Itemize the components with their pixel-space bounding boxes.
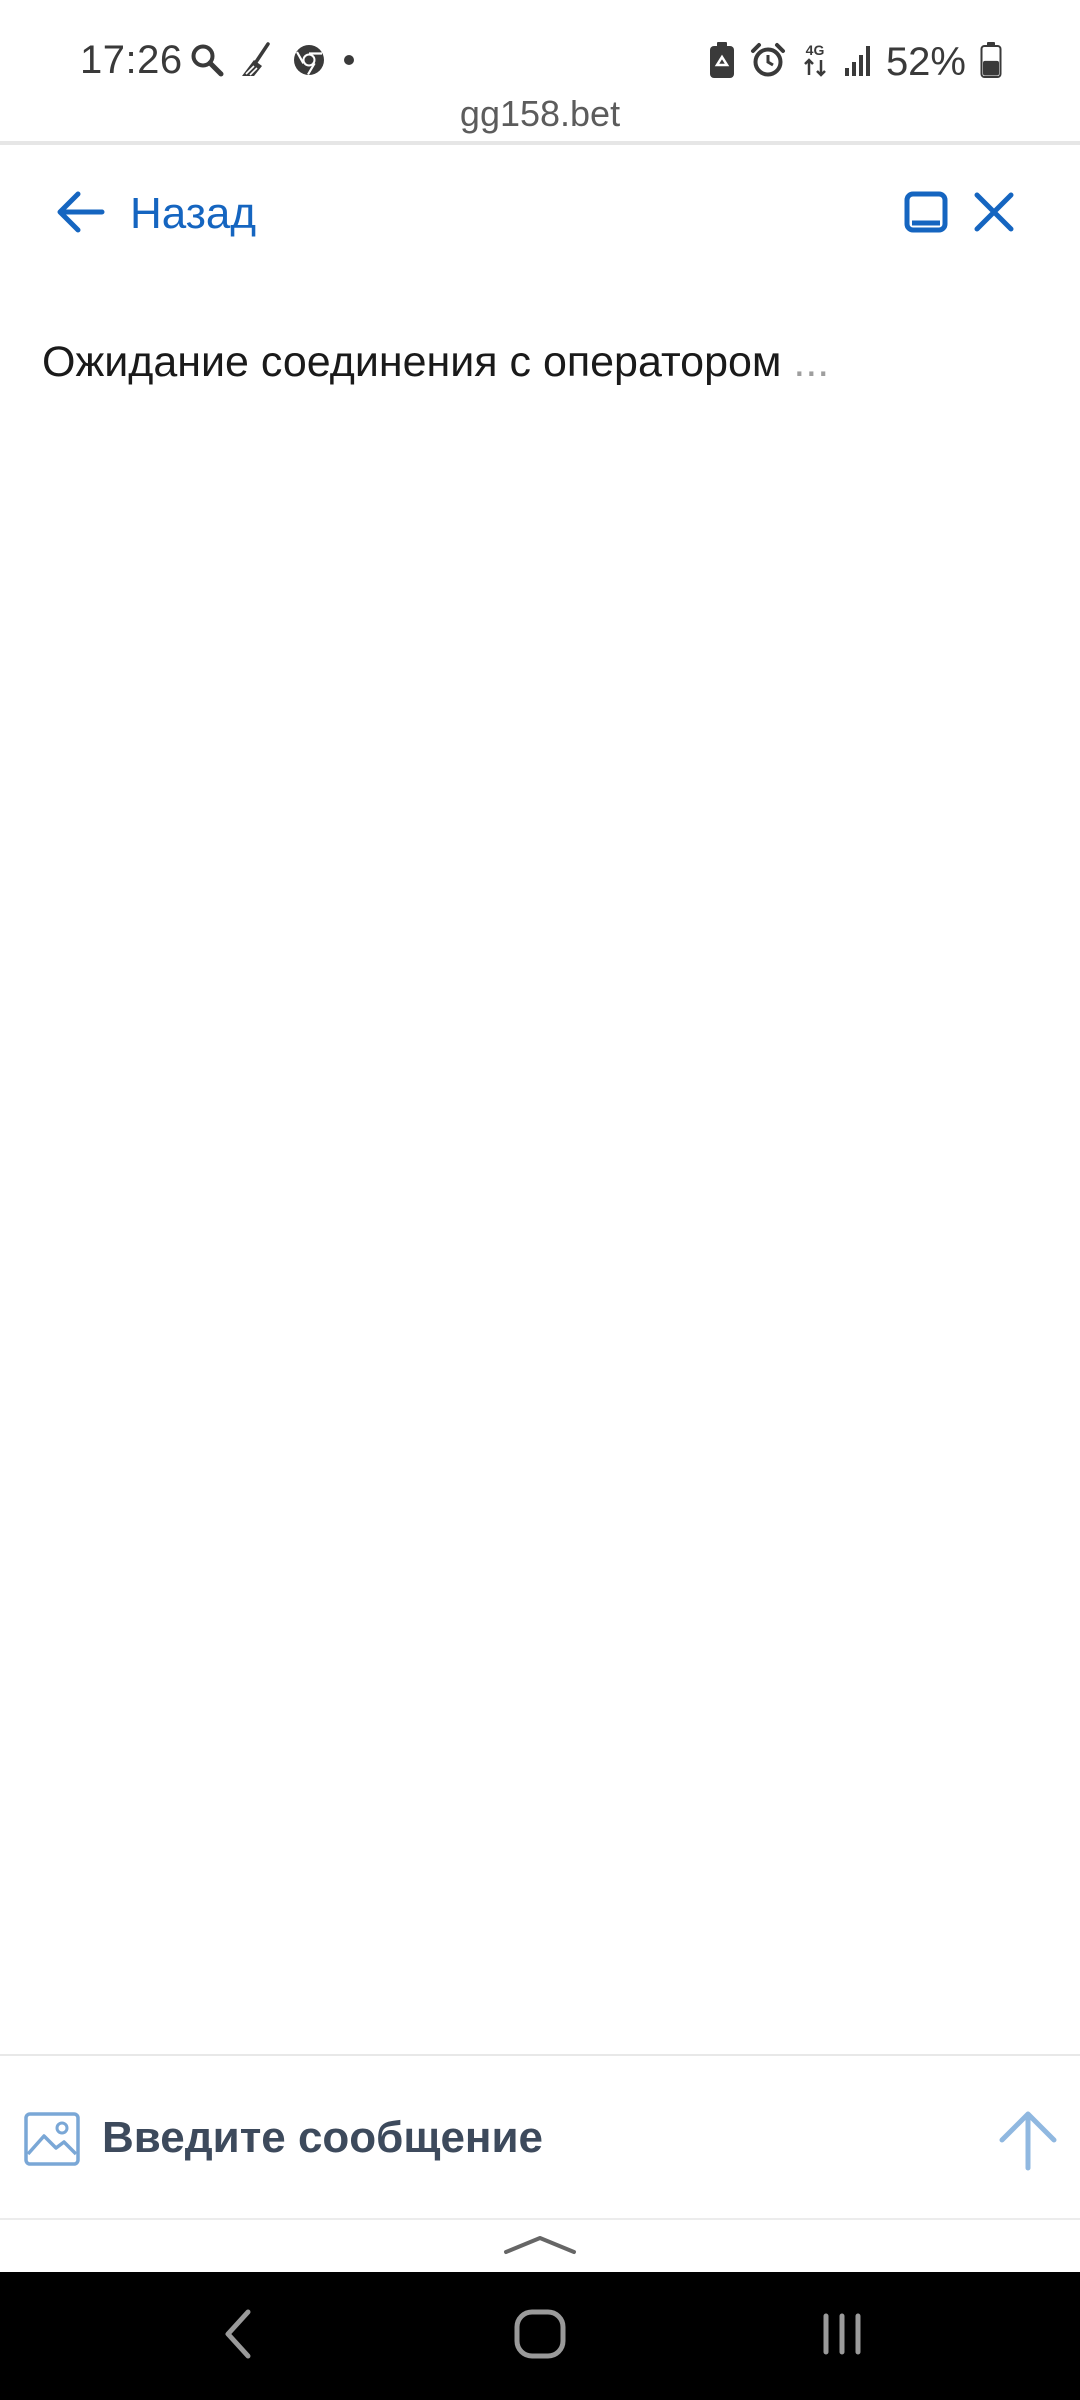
nav-home-button[interactable] <box>508 2306 572 2366</box>
network-label: 4G <box>806 42 825 58</box>
network-4g-icon: 4G <box>800 41 830 84</box>
attach-image-button[interactable] <box>22 2108 82 2168</box>
url-divider <box>0 141 1080 145</box>
minimize-window-icon <box>904 190 948 239</box>
minimize-button[interactable] <box>898 186 954 242</box>
back-label: Назад <box>130 189 257 238</box>
back-arrow-icon <box>54 186 106 243</box>
waiting-message-text: Ожидание соединения с оператором <box>42 338 782 386</box>
close-button[interactable] <box>966 186 1022 242</box>
status-time: 17:26 <box>80 38 183 82</box>
status-left-icons <box>190 40 356 84</box>
message-composer <box>0 2056 1080 2218</box>
chevron-up-icon <box>500 2236 580 2260</box>
send-arrow-up-icon <box>996 2111 1060 2176</box>
battery-percent: 52% <box>885 40 966 84</box>
search-icon <box>190 43 224 82</box>
alarm-icon <box>750 42 786 83</box>
back-button[interactable]: Назад <box>54 182 256 246</box>
signal-icon <box>844 44 872 81</box>
chat-header: Назад <box>0 146 1080 282</box>
waiting-dots: ... <box>781 338 830 386</box>
composer-bottom-divider <box>0 2218 1080 2220</box>
close-icon <box>972 190 1016 239</box>
system-navigation-bar <box>0 2272 1080 2400</box>
send-button[interactable] <box>996 2108 1060 2172</box>
battery-fill <box>983 60 999 75</box>
home-icon <box>512 2306 568 2367</box>
battery-icon <box>980 41 1002 83</box>
expand-handle[interactable] <box>500 2232 580 2256</box>
status-right-icons: 4G 52% <box>708 40 1002 84</box>
waiting-status-message: Ожидание соединения с оператором ... <box>42 332 829 392</box>
status-bar: 17:26 4G 52% <box>0 0 1080 96</box>
browser-url: gg158.bet <box>459 93 621 134</box>
nav-recents-button[interactable] <box>810 2306 874 2366</box>
recents-icon <box>816 2308 868 2365</box>
image-icon <box>22 2112 82 2172</box>
chevron-left-icon <box>218 2306 258 2367</box>
nav-back-button[interactable] <box>206 2306 270 2366</box>
broom-icon <box>240 41 276 83</box>
message-input[interactable] <box>100 2098 960 2178</box>
notification-dot-icon <box>342 53 356 72</box>
battery-saver-icon <box>708 41 736 84</box>
chrome-icon <box>292 43 326 82</box>
